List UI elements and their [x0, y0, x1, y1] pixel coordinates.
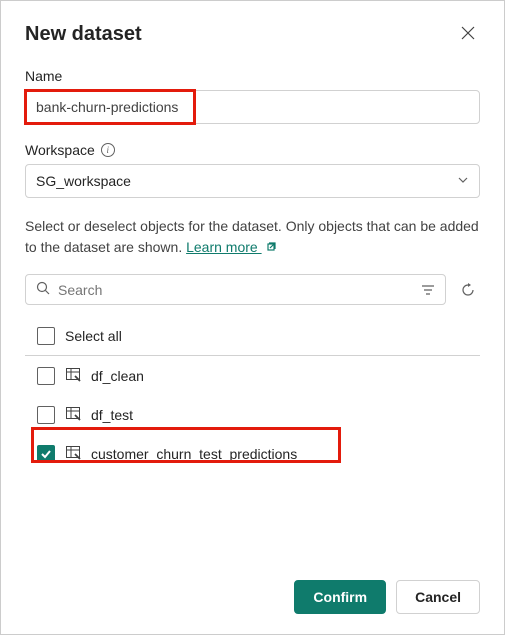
- item-label: df_test: [91, 407, 133, 423]
- search-box: [25, 274, 446, 305]
- chevron-down-icon: [457, 174, 469, 189]
- new-dataset-dialog: New dataset Name Workspace i SG_workspac…: [1, 1, 504, 634]
- item-checkbox[interactable]: [37, 367, 55, 385]
- object-list: Select all df_clean df_test customer_chu…: [25, 317, 480, 473]
- confirm-button[interactable]: Confirm: [294, 580, 386, 614]
- dialog-title: New dataset: [25, 23, 142, 46]
- name-input[interactable]: [25, 90, 480, 124]
- search-icon: [36, 281, 50, 298]
- close-icon: [460, 25, 476, 41]
- cancel-button[interactable]: Cancel: [396, 580, 480, 614]
- refresh-icon: [460, 282, 476, 298]
- refresh-button[interactable]: [456, 278, 480, 302]
- list-item[interactable]: df_test: [25, 395, 480, 434]
- table-icon: [65, 405, 81, 424]
- info-icon[interactable]: i: [101, 143, 115, 157]
- name-label: Name: [25, 68, 480, 84]
- dialog-footer: Confirm Cancel: [25, 560, 480, 614]
- item-label: df_clean: [91, 368, 144, 384]
- search-row: [25, 274, 480, 305]
- item-checkbox[interactable]: [37, 406, 55, 424]
- workspace-select[interactable]: SG_workspace: [25, 164, 480, 198]
- workspace-label-text: Workspace: [25, 142, 95, 158]
- select-all-checkbox[interactable]: [37, 327, 55, 345]
- search-input[interactable]: [58, 282, 413, 298]
- table-icon: [65, 444, 81, 463]
- dialog-header: New dataset: [25, 21, 480, 48]
- list-item[interactable]: customer_churn_test_predictions: [25, 434, 480, 473]
- filter-icon[interactable]: [421, 283, 435, 297]
- list-item[interactable]: df_clean: [25, 356, 480, 395]
- select-all-label: Select all: [65, 328, 122, 344]
- workspace-select-wrap: SG_workspace: [25, 164, 480, 198]
- workspace-label: Workspace i: [25, 142, 480, 158]
- select-all-row[interactable]: Select all: [25, 317, 480, 356]
- check-icon: [40, 448, 52, 460]
- item-label: customer_churn_test_predictions: [91, 446, 297, 462]
- helper-text: Select or deselect objects for the datas…: [25, 216, 480, 258]
- name-field-wrap: [25, 90, 480, 124]
- item-checkbox[interactable]: [37, 445, 55, 463]
- workspace-value: SG_workspace: [36, 173, 131, 189]
- learn-more-link[interactable]: Learn more: [186, 239, 261, 255]
- external-link-icon: [266, 237, 278, 258]
- close-button[interactable]: [456, 21, 480, 48]
- table-icon: [65, 366, 81, 385]
